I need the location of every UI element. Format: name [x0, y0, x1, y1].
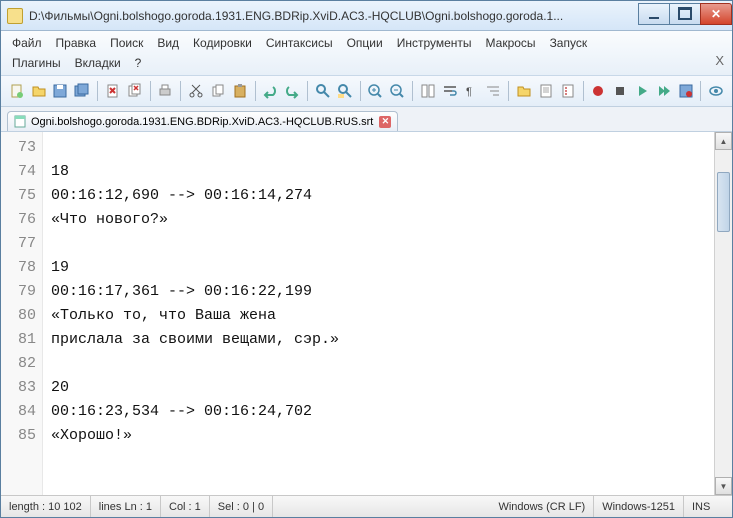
play-macro-button[interactable]: [632, 80, 652, 102]
svg-text:¶: ¶: [466, 86, 472, 98]
app-icon: [7, 8, 23, 24]
status-sel: Sel : 0 | 0: [210, 496, 273, 517]
record-macro-button[interactable]: [588, 80, 608, 102]
toolbar-separator: [307, 81, 308, 101]
toolbar-separator: [97, 81, 98, 101]
monitor-button[interactable]: [706, 80, 726, 102]
menu-options[interactable]: Опции: [340, 33, 390, 53]
window-controls: [639, 3, 732, 25]
copy-button[interactable]: [208, 80, 228, 102]
save-macro-button[interactable]: [676, 80, 696, 102]
titlebar[interactable]: D:\Фильмы\Ogni.bolshogo.goroda.1931.ENG.…: [1, 1, 732, 31]
tab-close-button[interactable]: ✕: [379, 116, 391, 128]
toolbar-separator: [180, 81, 181, 101]
new-file-button[interactable]: [7, 80, 27, 102]
file-tab[interactable]: Ogni.bolshogo.goroda.1931.ENG.BDRip.XviD…: [7, 111, 398, 131]
minimize-button[interactable]: [638, 3, 670, 25]
open-file-button[interactable]: [29, 80, 49, 102]
status-bar: length : 10 102 lines Ln : 1 Col : 1 Sel…: [1, 495, 732, 517]
menu-bar: Файл Правка Поиск Вид Кодировки Синтакси…: [1, 31, 732, 76]
toolbar-separator: [255, 81, 256, 101]
editor-area: 73 74 75 76 77 78 79 80 81 82 83 84 85 1…: [1, 132, 732, 495]
close-button[interactable]: [700, 3, 732, 25]
menu-search[interactable]: Поиск: [103, 33, 150, 53]
status-encoding: Windows-1251: [594, 496, 684, 517]
status-length: length : 10 102: [1, 496, 91, 517]
status-col: Col : 1: [161, 496, 210, 517]
replace-button[interactable]: [335, 80, 355, 102]
menu-macros[interactable]: Макросы: [479, 33, 543, 53]
indent-guide-button[interactable]: [483, 80, 503, 102]
undo-button[interactable]: [261, 80, 281, 102]
cut-button[interactable]: [186, 80, 206, 102]
zoom-out-button[interactable]: [387, 80, 407, 102]
window-title: D:\Фильмы\Ogni.bolshogo.goroda.1931.ENG.…: [29, 9, 639, 23]
scroll-thumb[interactable]: [717, 172, 730, 232]
toolbar-separator: [360, 81, 361, 101]
scroll-up-button[interactable]: ▲: [715, 132, 732, 150]
line-number-gutter: 73 74 75 76 77 78 79 80 81 82 83 84 85: [1, 132, 43, 495]
function-list-button[interactable]: [558, 80, 578, 102]
toolbar-separator: [150, 81, 151, 101]
toolbar-separator: [583, 81, 584, 101]
toolbar-separator: [412, 81, 413, 101]
status-eol: Windows (CR LF): [490, 496, 594, 517]
print-button[interactable]: [156, 80, 176, 102]
menu-plugins[interactable]: Плагины: [5, 53, 68, 73]
menu-view[interactable]: Вид: [150, 33, 186, 53]
redo-button[interactable]: [282, 80, 302, 102]
menu-tabs[interactable]: Вкладки: [68, 53, 128, 73]
menu-tools[interactable]: Инструменты: [390, 33, 479, 53]
text-content[interactable]: 18 00:16:12,690 --> 00:16:14,274 «Что но…: [43, 132, 714, 495]
vertical-scrollbar[interactable]: ▲ ▼: [714, 132, 732, 495]
folder-button[interactable]: [514, 80, 534, 102]
doc-map-button[interactable]: [536, 80, 556, 102]
menu-syntax[interactable]: Синтаксисы: [259, 33, 340, 53]
save-button[interactable]: [51, 80, 71, 102]
stop-macro-button[interactable]: [610, 80, 630, 102]
maximize-button[interactable]: [669, 3, 701, 25]
show-all-chars-button[interactable]: ¶: [462, 80, 482, 102]
file-icon: [14, 115, 27, 128]
close-all-button[interactable]: [125, 80, 145, 102]
toolbar: ¶: [1, 76, 732, 107]
sync-vscroll-button[interactable]: [418, 80, 438, 102]
close-file-button[interactable]: [103, 80, 123, 102]
menu-run[interactable]: Запуск: [543, 33, 595, 53]
menu-help[interactable]: ?: [128, 53, 149, 73]
paste-button[interactable]: [230, 80, 250, 102]
menu-edit[interactable]: Правка: [49, 33, 104, 53]
status-mode: INS: [684, 496, 732, 517]
tab-filename: Ogni.bolshogo.goroda.1931.ENG.BDRip.XviD…: [31, 116, 373, 128]
status-lines: lines Ln : 1: [91, 496, 161, 517]
play-multi-button[interactable]: [654, 80, 674, 102]
menu-close-x[interactable]: X: [715, 53, 724, 68]
menu-file[interactable]: Файл: [5, 33, 49, 53]
tab-bar: Ogni.bolshogo.goroda.1931.ENG.BDRip.XviD…: [1, 107, 732, 132]
scroll-down-button[interactable]: ▼: [715, 477, 732, 495]
toolbar-separator: [508, 81, 509, 101]
zoom-in-button[interactable]: [366, 80, 386, 102]
toolbar-separator: [700, 81, 701, 101]
save-all-button[interactable]: [72, 80, 92, 102]
find-button[interactable]: [313, 80, 333, 102]
app-window: D:\Фильмы\Ogni.bolshogo.goroda.1931.ENG.…: [0, 0, 733, 518]
menu-encoding[interactable]: Кодировки: [186, 33, 259, 53]
wordwrap-button[interactable]: [440, 80, 460, 102]
